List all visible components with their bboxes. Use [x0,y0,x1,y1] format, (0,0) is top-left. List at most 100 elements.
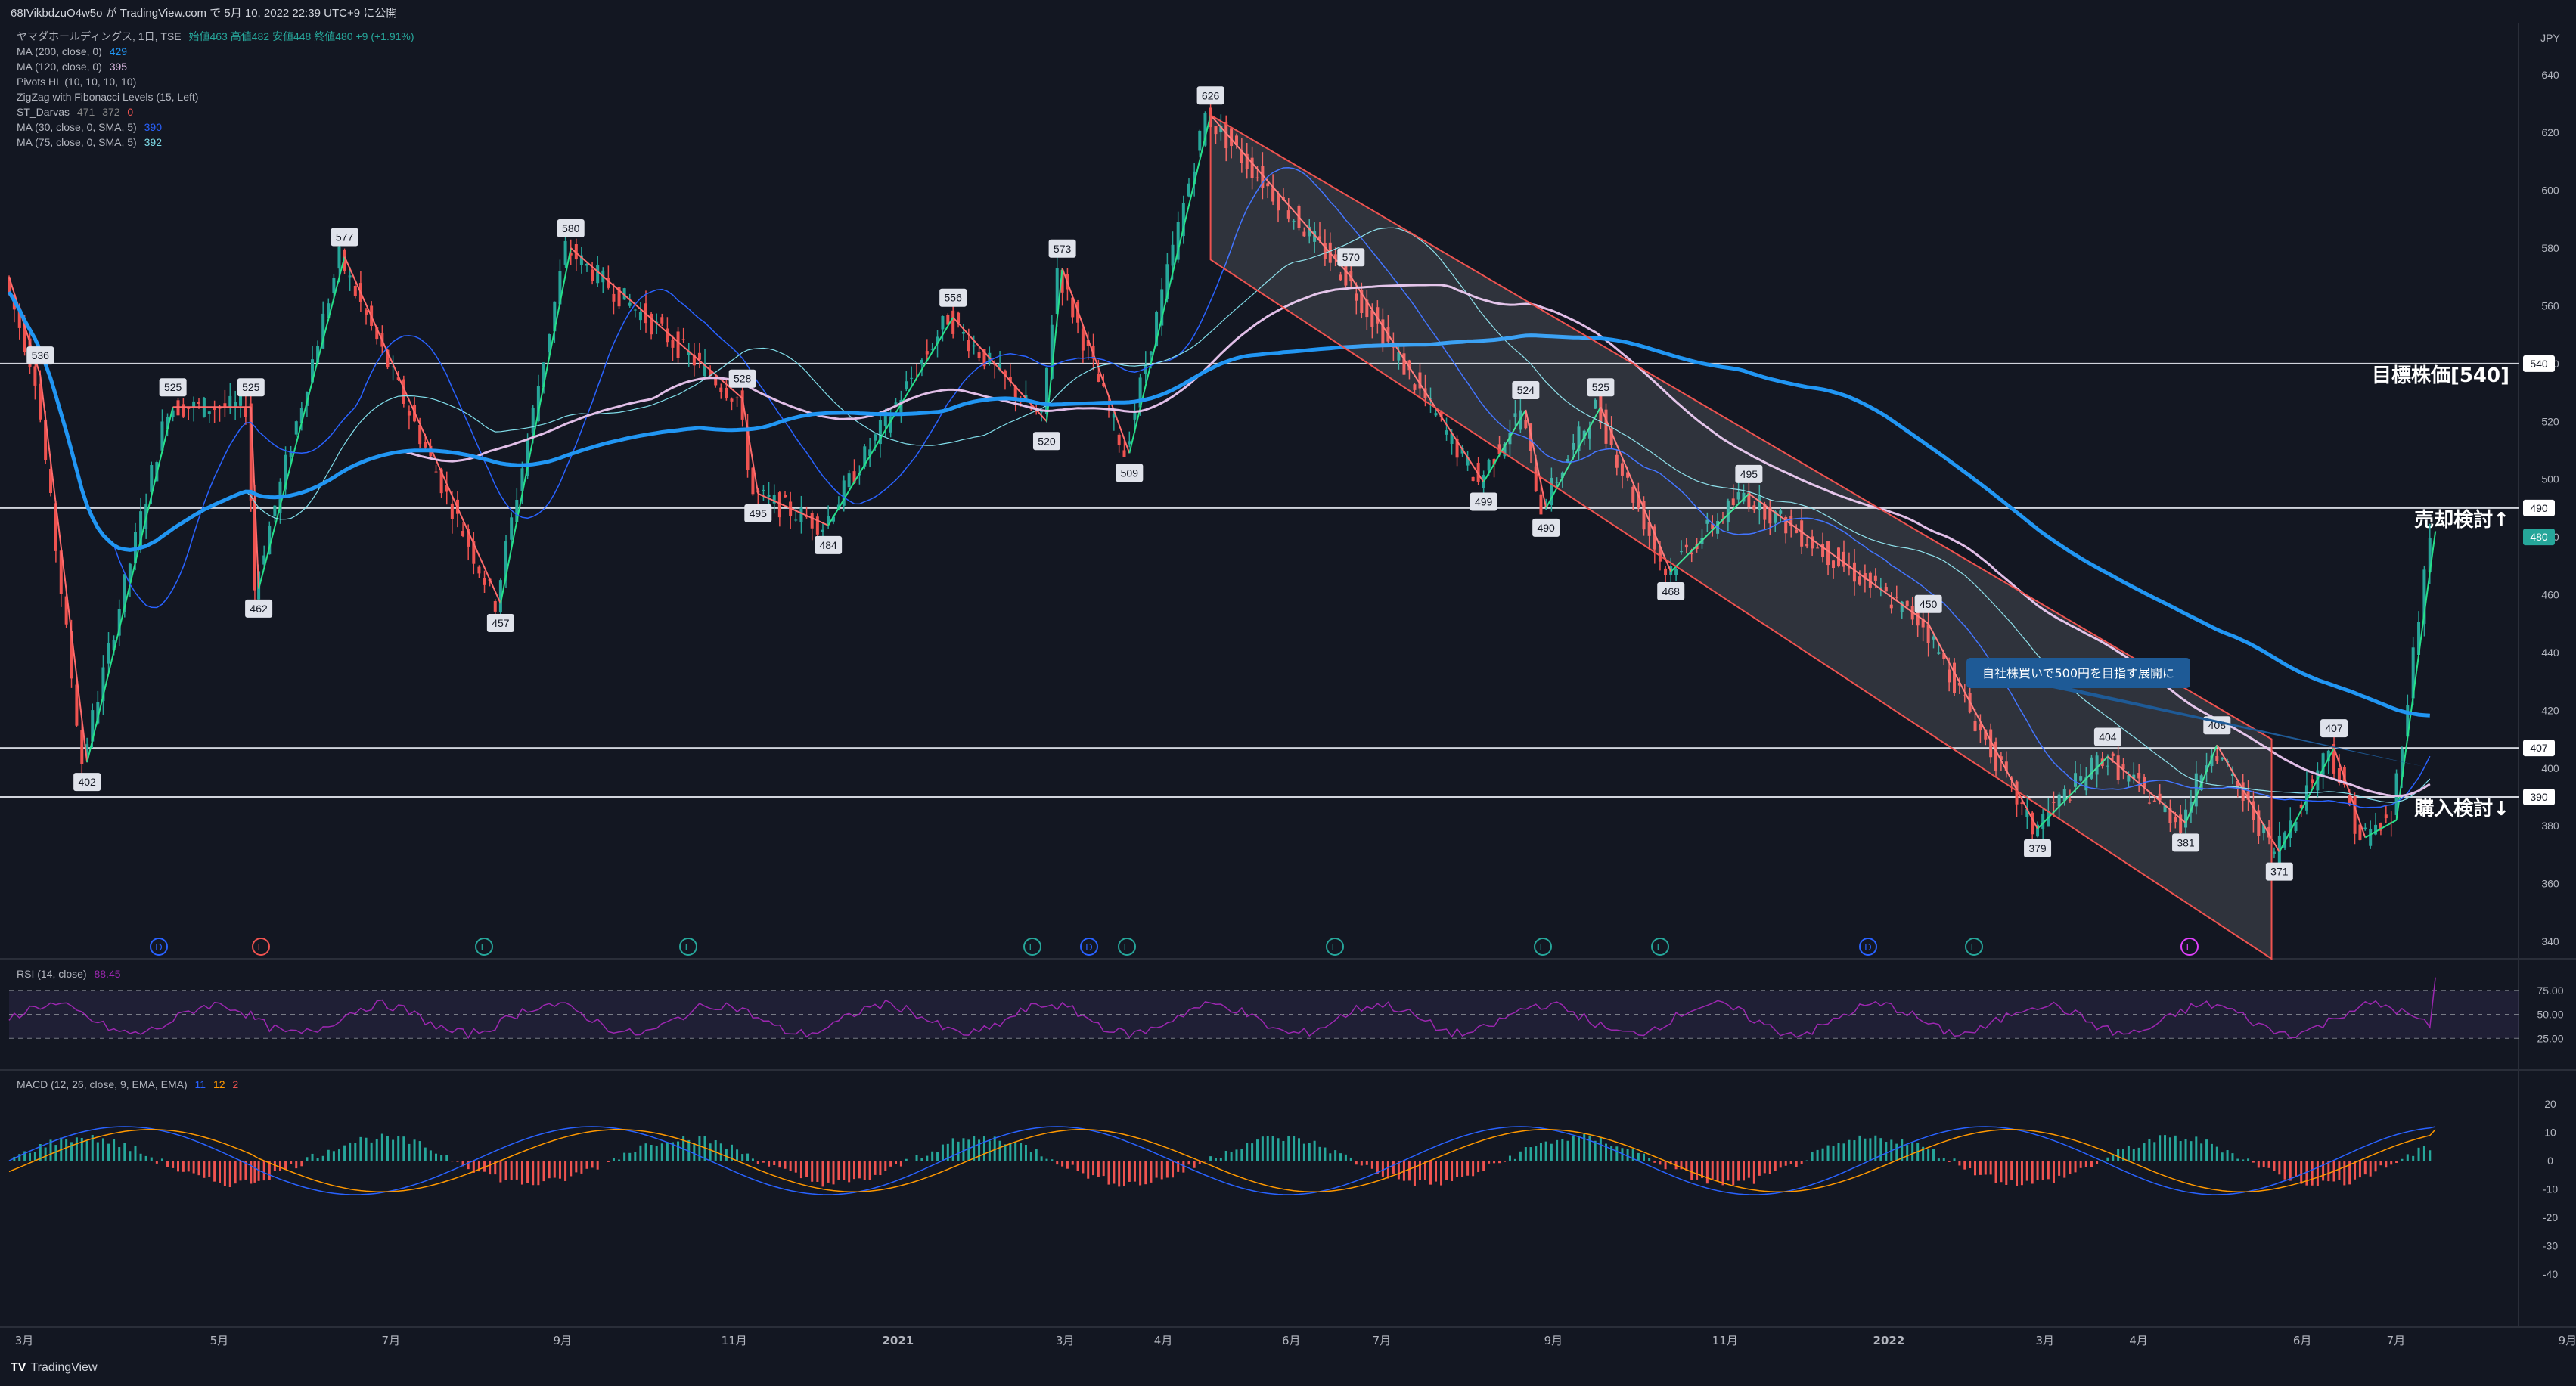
price-tag-text: 480 [2530,531,2548,543]
macd-bar [316,1158,319,1161]
macd-bar [2036,1161,2039,1180]
pivot-label-text: 499 [1475,496,1493,508]
event-marker-text: E [1124,941,1131,953]
level-label: 購入検討↓ [2414,797,2509,820]
macd-bar [915,1155,918,1161]
macd-bar [677,1141,680,1161]
macd-bar [709,1143,712,1161]
pivot-label-text: 525 [242,381,260,393]
macd-bar [751,1158,754,1161]
macd-bar [101,1138,104,1161]
pivot-label-text: 457 [492,617,510,629]
macd-bar [2262,1161,2265,1167]
candle-body [925,351,929,355]
macd-bar [1413,1161,1416,1186]
macd-bar [1653,1161,1656,1163]
macd-bar [1524,1147,1527,1161]
candle-body [1187,183,1190,197]
macd-bar [327,1149,330,1161]
darvas-value-3: 0 [127,106,134,118]
macd-bar [1482,1161,1485,1171]
tradingview-logo[interactable]: TV TradingView [11,1361,98,1375]
macd-bar [1214,1158,1217,1161]
macd-bar [1360,1161,1363,1166]
candle-body [714,377,718,386]
macd-bar [607,1161,610,1162]
macd-bar [1122,1161,1125,1187]
macd-bar [1588,1135,1591,1161]
macd-bar [889,1161,892,1167]
macd-bar [1251,1143,1254,1161]
candle-body [1664,568,1668,575]
macd-bar [2016,1161,2019,1186]
macd-bar [773,1161,776,1166]
event-marker-text: E [685,941,692,953]
zigzag-label: ZigZag with Fibonacci Levels (15, Left) [17,91,199,103]
macd-bar [982,1136,985,1161]
macd-bar [75,1137,78,1161]
macd-bar [1948,1161,1951,1163]
pivots-label: Pivots HL (10, 10, 10, 10) [17,76,137,88]
macd-bar [1160,1161,1163,1180]
macd-bar [2252,1161,2255,1163]
time-tick-label: 9月 [2559,1334,2576,1347]
macd-bar [1503,1161,1506,1162]
price-tick-label: 580 [2541,242,2559,254]
macd-bar [295,1161,298,1169]
macd-value-2: 12 [213,1078,225,1090]
macd-bar [768,1161,771,1167]
macd-bar [2184,1139,2187,1161]
macd-bar [370,1142,373,1161]
macd-bar [570,1161,573,1177]
price-chart[interactable]: 640 620 600 580 560 540 520 500 480 460 440 420 400 3… [0,0,2576,1386]
macd-bar [1150,1161,1153,1183]
macd-bar [2164,1135,2167,1161]
macd-bar [634,1152,637,1161]
macd-bar [1381,1161,1384,1177]
macd-bar [1690,1161,1693,1180]
macd-bar [1020,1143,1023,1161]
rsi-label: RSI (14, close) [17,968,87,980]
price-tick-label: 340 [2541,935,2559,947]
macd-bar [2300,1161,2303,1184]
macd-bar [719,1143,722,1161]
macd-bar [1488,1161,1491,1164]
macd-bar [359,1136,362,1161]
candle-body [633,309,637,311]
candle-body [407,410,411,416]
macd-bar [239,1161,242,1181]
macd-bar [2369,1161,2372,1177]
macd-bar [2417,1147,2420,1161]
macd-label: MACD (12, 26, close, 9, EMA, EMA) [17,1078,188,1090]
macd-bar [187,1161,190,1172]
macd-bar [1051,1159,1054,1161]
time-tick-label: 4月 [1154,1334,1173,1347]
macd-bar [2210,1143,2213,1161]
macd-bar [1994,1161,1997,1183]
macd-bar [1953,1158,1956,1161]
macd-bar [1355,1161,1358,1165]
macd-bar [2401,1158,2404,1161]
macd-bar [2257,1161,2260,1168]
macd-bar [1842,1143,1845,1161]
macd-bar [1392,1161,1395,1175]
macd-bar [1577,1137,1580,1161]
macd-bar [223,1161,226,1186]
pivot-label-text: 525 [164,381,182,393]
candle-body [1097,374,1100,382]
macd-bar [2000,1161,2003,1183]
macd-bar [1461,1161,1464,1177]
macd-bar [575,1161,578,1173]
macd-bar [424,1147,427,1161]
candle-body [176,400,180,416]
macd-bar [2322,1161,2325,1181]
pivot-label-text: 524 [1517,384,1535,396]
macd-bar [2390,1161,2393,1165]
price-tick-label: 640 [2541,69,2559,81]
macd-bar [591,1161,594,1168]
macd-bar [311,1153,314,1161]
candle-body [531,408,535,433]
macd-bar [837,1161,840,1180]
macd-bar [2385,1161,2388,1168]
macd-bar [1087,1161,1090,1179]
